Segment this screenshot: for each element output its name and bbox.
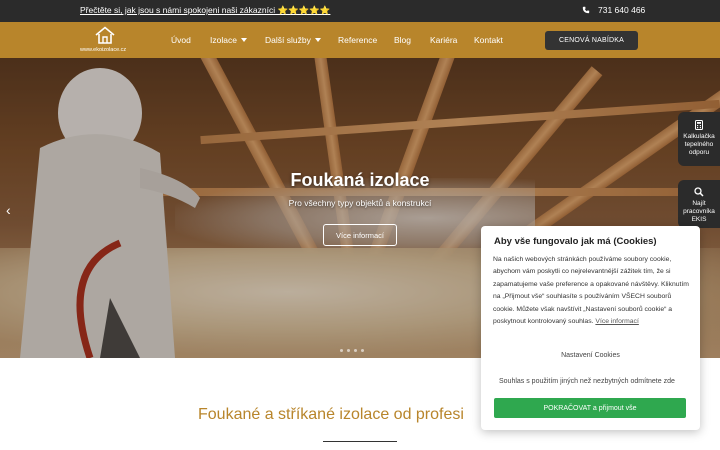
- cookie-text: Na našich webových stránkách používáme s…: [493, 254, 690, 328]
- logo-text: www.ekoizolace.cz: [80, 47, 127, 53]
- nav-career[interactable]: Kariéra: [430, 35, 457, 45]
- nav-home-label: Úvod: [171, 35, 191, 45]
- cookie-settings-button[interactable]: Nastavení Cookies: [481, 352, 700, 359]
- chevron-down-icon: [240, 38, 247, 42]
- hero-subtitle: Pro všechny typy objektů a konstrukcí: [288, 198, 432, 208]
- cookie-accept-button[interactable]: POKRAČOVAT a přijmout vše: [494, 398, 686, 418]
- nav-home[interactable]: Úvod: [171, 35, 191, 45]
- phone-number: 731 640 466: [598, 5, 646, 15]
- nav-services[interactable]: Další služby: [265, 35, 321, 45]
- nav-insulation-label: Izolace: [210, 35, 237, 45]
- calculator-tab[interactable]: Kalkulačka tepelného odporu: [678, 112, 720, 166]
- calculator-icon: [695, 120, 703, 130]
- phone-icon: [582, 6, 590, 14]
- phone-contact[interactable]: 731 640 466: [582, 5, 645, 15]
- cookie-title: Aby vše fungovalo jak má (Cookies): [494, 236, 657, 247]
- slider-dot[interactable]: [354, 349, 357, 352]
- slider-dots: [340, 349, 364, 352]
- slider-dot[interactable]: [361, 349, 364, 352]
- calculator-tab-label: Kalkulačka tepelného odporu: [683, 133, 715, 156]
- cookie-body-text: Na našich webových stránkách používáme s…: [493, 256, 689, 326]
- slider-dot[interactable]: [347, 349, 350, 352]
- section-title: Foukané a stříkané izolace od profesi: [198, 406, 464, 423]
- nav-career-label: Kariéra: [430, 35, 458, 45]
- nav-references[interactable]: Reference: [338, 35, 377, 45]
- search-icon: [694, 187, 704, 197]
- nav-contact-label: Kontakt: [474, 35, 503, 45]
- site-logo[interactable]: www.ekoizolace.cz: [80, 25, 130, 56]
- chevron-left-icon[interactable]: ‹: [6, 202, 11, 218]
- find-worker-tab[interactable]: Najít pracovníka EKIS: [678, 180, 720, 228]
- nav-blog[interactable]: Blog: [394, 35, 411, 45]
- section-divider: [323, 441, 397, 442]
- nav-blog-label: Blog: [394, 35, 412, 45]
- slider-dot[interactable]: [340, 349, 343, 352]
- main-header: www.ekoizolace.cz Úvod Izolace Další slu…: [0, 22, 720, 58]
- nav-references-label: Reference: [338, 35, 378, 45]
- reviews-link[interactable]: Přečtěte si, jak jsou s námi spokojeni n…: [80, 5, 330, 16]
- find-worker-tab-label: Najít pracovníka EKIS: [683, 200, 715, 223]
- cookie-decline-link[interactable]: Souhlas s použitím jiných než nezbytných…: [499, 378, 675, 385]
- house-icon: [95, 26, 115, 44]
- cookie-more-info-link[interactable]: Více informací: [595, 318, 638, 325]
- nav-services-label: Další služby: [265, 35, 311, 45]
- price-offer-button[interactable]: CENOVÁ NABÍDKA: [545, 31, 638, 50]
- hero-title: Foukaná izolace: [290, 170, 430, 190]
- more-info-button[interactable]: Více informací: [323, 224, 397, 246]
- chevron-down-icon: [314, 38, 321, 42]
- nav-insulation[interactable]: Izolace: [210, 35, 247, 45]
- nav-contact[interactable]: Kontakt: [474, 35, 503, 45]
- cookie-dialog: Aby vše fungovalo jak má (Cookies) Na na…: [481, 226, 700, 430]
- top-bar: Přečtěte si, jak jsou s námi spokojeni n…: [0, 0, 720, 22]
